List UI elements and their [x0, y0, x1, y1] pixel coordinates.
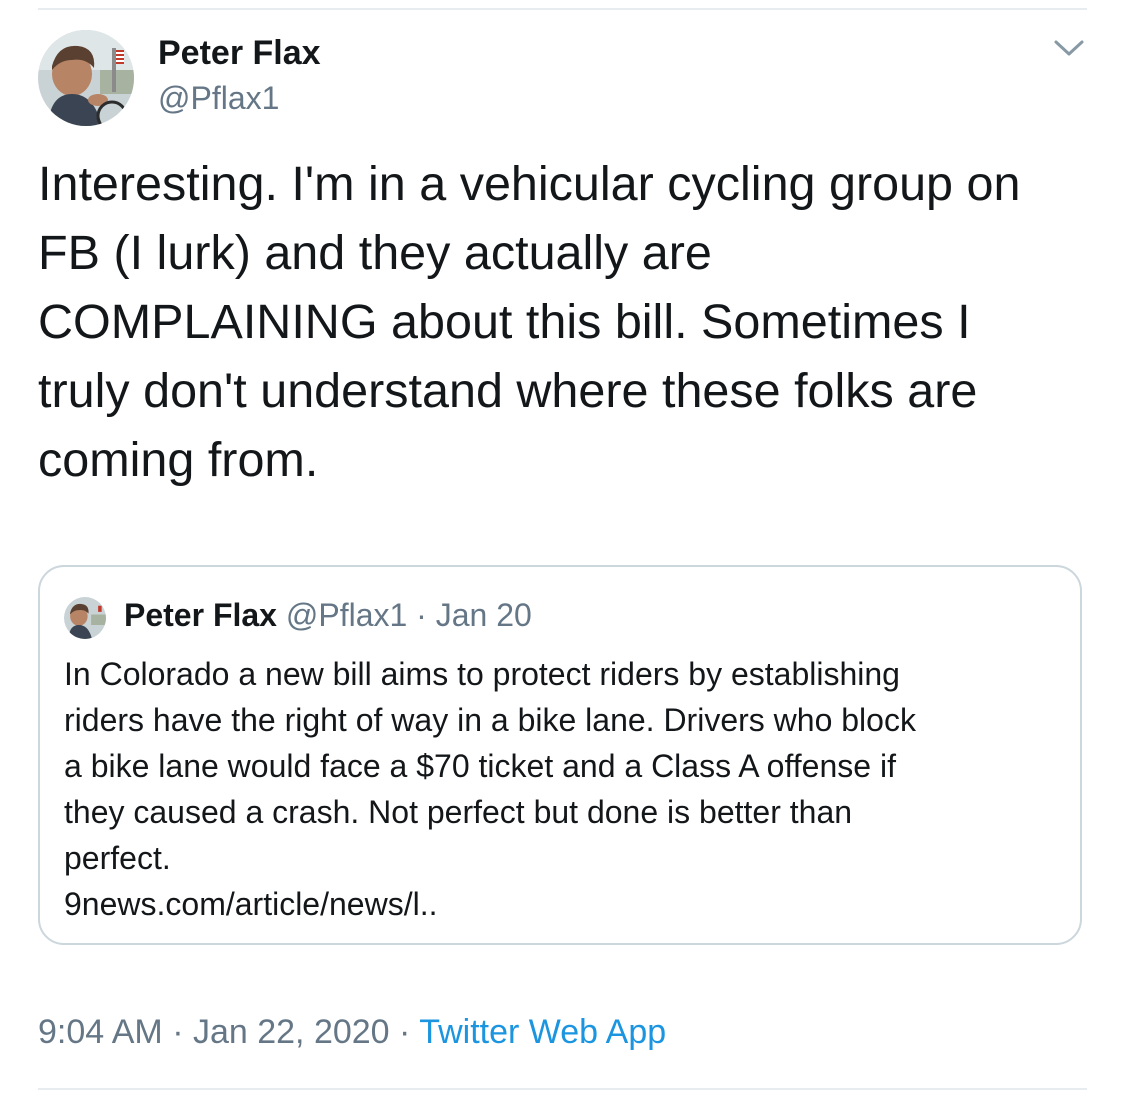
avatar[interactable]	[38, 30, 134, 126]
tweet-text: Interesting. I'm in a vehicular cycling …	[38, 157, 1021, 487]
quoted-tweet-link[interactable]: 9news.com/article/news/l..	[64, 881, 1064, 927]
quoted-separator: ·	[407, 597, 436, 633]
quoted-avatar	[64, 597, 106, 639]
quoted-tweet-header: Peter Flax @Pflax1 · Jan 20	[124, 595, 532, 635]
top-divider	[38, 8, 1087, 10]
author-display-name[interactable]: Peter Flax	[158, 34, 321, 73]
avatar-photo	[38, 30, 134, 126]
quoted-tweet-text: In Colorado a new bill aims to protect r…	[64, 656, 916, 876]
tweet-source-link[interactable]: Twitter Web App	[419, 1013, 666, 1051]
tweet-footer: 9:04 AM · Jan 22, 2020 · Twitter Web App	[38, 1010, 666, 1054]
bottom-divider	[38, 1088, 1087, 1090]
author-handle[interactable]: @Pflax1	[158, 80, 279, 117]
quoted-tweet-body: In Colorado a new bill aims to protect r…	[64, 651, 1064, 927]
quoted-handle-text: @Pflax1	[285, 597, 408, 633]
quoted-handle: @Pflax1 · Jan 20	[286, 597, 532, 633]
quoted-date: Jan 20	[435, 597, 532, 633]
tweet-date: Jan 22, 2020	[192, 1013, 390, 1051]
tweet-time: 9:04 AM	[38, 1013, 163, 1051]
footer-separator: ·	[389, 1013, 420, 1051]
chevron-down-icon[interactable]	[1052, 36, 1086, 60]
footer-separator: ·	[162, 1013, 193, 1051]
quoted-display-name: Peter Flax	[124, 597, 277, 633]
quoted-tweet-card[interactable]: Peter Flax @Pflax1 · Jan 20 In Colorado …	[38, 565, 1082, 945]
